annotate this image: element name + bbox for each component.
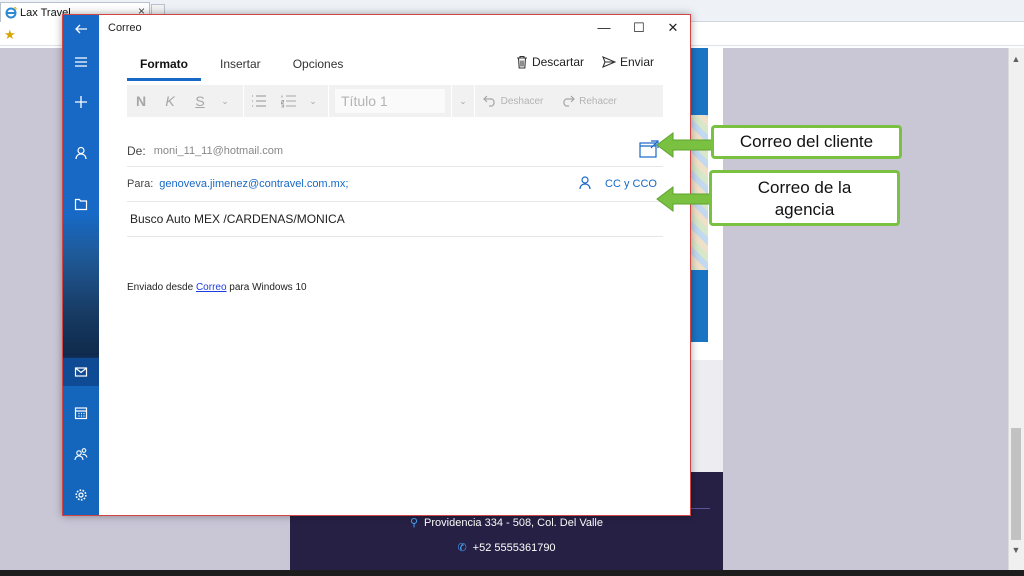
send-label: Enviar <box>619 55 654 69</box>
redo-button[interactable]: Rehacer <box>551 85 627 117</box>
message-body[interactable]: Enviado desde Correo para Windows 10 <box>127 282 307 293</box>
subject-row: Busco Auto MEX /CARDENAS/MONICA <box>127 202 663 237</box>
mail-link[interactable]: Correo <box>196 282 227 293</box>
list-options-chevron-icon[interactable]: ⌄ <box>304 85 322 117</box>
body-prefix: Enviado desde <box>127 282 196 293</box>
compose-actions: Descartar Enviar <box>516 55 654 69</box>
callout-client-email: Correo del cliente <box>711 125 902 159</box>
to-field[interactable]: genoveva.jimenez@contravel.com.mx; <box>159 178 348 190</box>
mail-icon <box>74 367 88 377</box>
tab-insertar[interactable]: Insertar <box>207 55 274 81</box>
footer-address-text: Providencia 334 - 508, Col. Del Valle <box>424 517 603 529</box>
underline-button[interactable]: S <box>185 85 215 117</box>
ie-icon <box>5 6 17 18</box>
favorites-star-icon[interactable]: ★ <box>4 27 16 43</box>
back-button[interactable] <box>63 15 99 43</box>
callout-client-text: Correo del cliente <box>739 132 874 151</box>
footer-address: ⚲ Providencia 334 - 508, Col. Del Valle <box>290 516 723 529</box>
bullets-button[interactable] <box>244 85 274 117</box>
send-icon <box>601 56 616 68</box>
trash-icon <box>516 55 527 69</box>
phone-icon: ✆ <box>457 542 467 554</box>
person-icon <box>75 146 87 160</box>
bullet-list-icon <box>252 95 266 107</box>
ribbon-tabs: Formato Insertar Opciones <box>127 55 356 81</box>
callout-agency-line1: Correo de la <box>757 178 852 197</box>
redo-label: Rehacer <box>579 95 617 107</box>
tab-opciones[interactable]: Opciones <box>280 55 357 81</box>
font-options-chevron-icon[interactable]: ⌄ <box>215 85 235 117</box>
plus-icon <box>75 96 87 108</box>
gear-icon <box>75 489 87 501</box>
tab-formato[interactable]: Formato <box>127 55 201 81</box>
hamburger-menu-icon <box>75 57 87 67</box>
toolbar-divider <box>328 85 329 117</box>
new-mail-button[interactable] <box>63 88 99 116</box>
format-toolbar: N K S ⌄ ⌄ Título 1 ⌄ Deshacer Rehacer <box>127 85 663 117</box>
callout-arrow-agency <box>656 186 714 212</box>
contacts-button[interactable] <box>579 175 591 193</box>
folder-icon <box>74 198 88 211</box>
calendar-button[interactable] <box>63 399 99 427</box>
numbered-list-icon <box>281 95 296 108</box>
menu-button[interactable] <box>63 48 99 76</box>
mail-app-button[interactable] <box>63 358 99 386</box>
calendar-icon <box>74 407 88 420</box>
close-button[interactable]: ✕ <box>658 20 688 38</box>
minimize-button[interactable]: — <box>589 20 619 38</box>
scroll-up-arrow-icon[interactable]: ▲ <box>1008 54 1024 68</box>
callout-agency-email: Correo de la agencia <box>709 170 900 226</box>
from-row: De: moni_11_11@hotmail.com <box>127 135 663 167</box>
mail-compose-window: Correo — ☐ ✕ Formato Insertar Opciones D… <box>62 14 691 516</box>
from-label: De: <box>127 143 146 158</box>
numbering-button[interactable] <box>274 85 304 117</box>
footer-phone-text: +52 5555361790 <box>472 542 556 554</box>
maximize-button[interactable]: ☐ <box>624 20 654 38</box>
footer-phone: ✆ +52 5555361790 <box>290 541 723 554</box>
folders-button[interactable] <box>63 190 99 218</box>
italic-button[interactable]: K <box>155 85 185 117</box>
style-chevron-icon[interactable]: ⌄ <box>452 85 474 117</box>
callout-agency-line2: agencia <box>774 200 835 219</box>
undo-icon <box>482 95 495 107</box>
location-pin-icon: ⚲ <box>409 517 419 529</box>
settings-button[interactable] <box>63 481 99 509</box>
taskbar-edge <box>0 570 1024 576</box>
people-icon <box>74 448 88 461</box>
undo-label: Deshacer <box>500 95 544 107</box>
scroll-down-arrow-icon[interactable]: ▼ <box>1008 545 1024 559</box>
window-title: Correo <box>108 22 142 34</box>
to-label: Para: <box>127 178 154 190</box>
person-icon <box>579 175 591 189</box>
style-dropdown[interactable]: Título 1 <box>335 89 445 113</box>
accounts-button[interactable] <box>63 139 99 167</box>
body-suffix: para Windows 10 <box>226 282 307 293</box>
from-field[interactable]: moni_11_11@hotmail.com <box>154 145 283 157</box>
bold-button[interactable]: N <box>127 85 155 117</box>
undo-button[interactable]: Deshacer <box>475 85 551 117</box>
redo-icon <box>563 95 575 107</box>
to-row: Para: genoveva.jimenez@contravel.com.mx;… <box>127 167 663 202</box>
subject-field[interactable]: Busco Auto MEX /CARDENAS/MONICA <box>127 212 345 226</box>
mail-sidebar <box>63 15 99 515</box>
send-button[interactable]: Enviar <box>601 55 654 69</box>
back-arrow-icon <box>75 24 87 34</box>
discard-label: Descartar <box>531 55 584 69</box>
scroll-thumb[interactable] <box>1011 428 1021 540</box>
discard-button[interactable]: Descartar <box>516 55 584 69</box>
callout-arrow-client <box>656 132 714 158</box>
cc-bcc-link[interactable]: CC y CCO <box>605 178 657 190</box>
people-button[interactable] <box>63 440 99 468</box>
